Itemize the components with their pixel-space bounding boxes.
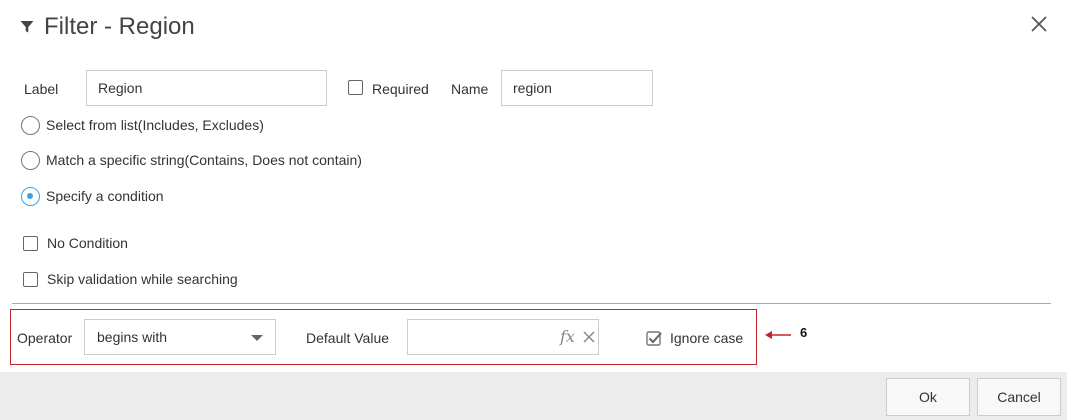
annotation-arrow-icon	[765, 331, 791, 339]
checkbox-label: Skip validation while searching	[47, 271, 238, 287]
radio-specify-condition[interactable]	[21, 186, 40, 206]
no-condition-row[interactable]: No Condition	[21, 232, 128, 254]
default-value-field[interactable]: fx	[407, 319, 599, 355]
filter-icon	[20, 21, 34, 33]
option-match-string[interactable]: Match a specific string(Contains, Does n…	[21, 149, 362, 171]
label-input[interactable]	[86, 70, 327, 106]
name-input[interactable]	[501, 70, 653, 106]
operator-selected-value: begins with	[97, 329, 168, 345]
name-field-label: Name	[451, 81, 489, 97]
required-checkbox[interactable]	[348, 80, 363, 95]
option-label: Match a specific string(Contains, Does n…	[46, 152, 362, 168]
skip-validation-checkbox[interactable]	[23, 271, 38, 287]
cancel-button[interactable]: Cancel	[977, 378, 1061, 416]
function-icon[interactable]: fx	[560, 327, 575, 346]
option-label: Specify a condition	[46, 188, 164, 204]
default-value-label: Default Value	[306, 330, 390, 346]
annotation-number: 6	[800, 325, 808, 340]
radio-select-from-list[interactable]	[21, 115, 40, 135]
checkbox-label: No Condition	[47, 235, 128, 251]
dialog-header: Filter - Region	[20, 12, 195, 42]
close-icon[interactable]	[1029, 14, 1049, 34]
radio-match-string[interactable]	[21, 150, 40, 170]
required-label: Required	[372, 81, 429, 97]
option-label: Select from list(Includes, Excludes)	[46, 117, 264, 133]
option-select-from-list[interactable]: Select from list(Includes, Excludes)	[21, 114, 264, 136]
clear-icon[interactable]	[582, 330, 596, 344]
no-condition-checkbox[interactable]	[23, 235, 38, 251]
operator-select[interactable]: begins with	[84, 319, 276, 355]
section-divider	[12, 303, 1051, 304]
operator-label: Operator	[17, 330, 73, 346]
ok-button[interactable]: Ok	[886, 378, 970, 416]
option-specify-condition[interactable]: Specify a condition	[21, 185, 164, 207]
dialog-title: Filter - Region	[44, 13, 195, 40]
label-field-label: Label	[24, 81, 59, 97]
ignore-case-checkbox[interactable]	[646, 330, 662, 346]
chevron-down-icon	[251, 335, 263, 341]
ignore-case-label: Ignore case	[670, 330, 744, 346]
skip-validation-row[interactable]: Skip validation while searching	[21, 268, 238, 290]
